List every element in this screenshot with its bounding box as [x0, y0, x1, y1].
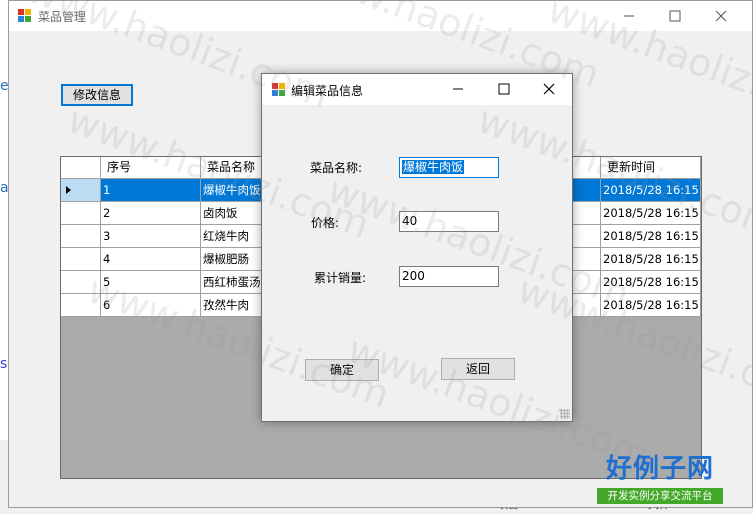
minimize-icon[interactable]: [435, 74, 481, 105]
row-header[interactable]: [61, 225, 101, 248]
cell-id[interactable]: 1: [101, 179, 201, 202]
minimize-icon[interactable]: [606, 1, 652, 31]
back-button[interactable]: 返回: [441, 358, 515, 380]
dish-name-label: 菜品名称:: [310, 161, 363, 175]
maximize-icon[interactable]: [652, 1, 698, 31]
resize-grip-icon[interactable]: [560, 409, 570, 419]
app-icon: [18, 9, 32, 23]
cell-id[interactable]: 6: [101, 294, 201, 317]
column-header-id[interactable]: 序号: [101, 157, 201, 179]
cell-update-time[interactable]: 2018/5/28 16:15: [601, 179, 701, 202]
watermark-logo-title: 好例子网: [605, 454, 714, 484]
cell-update-time[interactable]: 2018/5/28 16:15: [601, 248, 701, 271]
watermark-logo: 好例子网 开发实例分享交流平台: [597, 452, 723, 504]
dialog-app-icon: [272, 83, 286, 97]
watermark-logo-subtitle: 开发实例分享交流平台: [597, 488, 723, 504]
cell-id[interactable]: 5: [101, 271, 201, 294]
maximize-icon[interactable]: [481, 74, 527, 105]
price-field[interactable]: 40: [399, 211, 499, 232]
sales-field[interactable]: 200: [399, 266, 499, 287]
cell-id[interactable]: 3: [101, 225, 201, 248]
column-header-update-time[interactable]: 更新时间: [601, 157, 701, 179]
cell-update-time[interactable]: 2018/5/28 16:15: [601, 271, 701, 294]
confirm-button[interactable]: 确定: [305, 359, 379, 381]
dialog-titlebar[interactable]: 编辑菜品信息: [262, 74, 572, 105]
close-icon[interactable]: [526, 74, 572, 105]
sales-label: 累计销量:: [314, 271, 367, 285]
cell-update-time[interactable]: 2018/5/28 16:15: [601, 294, 701, 317]
main-window-title: 菜品管理: [38, 10, 87, 24]
row-header[interactable]: [61, 248, 101, 271]
edit-info-button[interactable]: 修改信息: [61, 84, 133, 106]
row-header[interactable]: [61, 179, 101, 202]
row-header[interactable]: [61, 271, 101, 294]
row-header[interactable]: [61, 202, 101, 225]
cell-id[interactable]: 4: [101, 248, 201, 271]
grid-corner-header: [61, 157, 101, 179]
background-edge-text: s: [0, 356, 8, 372]
price-label: 价格:: [311, 216, 340, 230]
close-icon[interactable]: [698, 1, 744, 31]
cell-update-time[interactable]: 2018/5/28 16:15: [601, 202, 701, 225]
current-row-arrow-icon: [66, 186, 71, 194]
dialog-title: 编辑菜品信息: [291, 84, 364, 98]
main-titlebar[interactable]: 菜品管理: [9, 1, 752, 31]
dish-name-value: 爆椒牛肉饭: [402, 160, 465, 174]
dish-name-field[interactable]: 爆椒牛肉饭: [399, 157, 499, 178]
edit-dish-dialog: 编辑菜品信息 菜品名称: 爆椒牛肉饭 价格: 40 累计销量: 200 确定 返…: [261, 73, 573, 422]
row-header[interactable]: [61, 294, 101, 317]
cell-update-time[interactable]: 2018/5/28 16:15: [601, 225, 701, 248]
cell-id[interactable]: 2: [101, 202, 201, 225]
